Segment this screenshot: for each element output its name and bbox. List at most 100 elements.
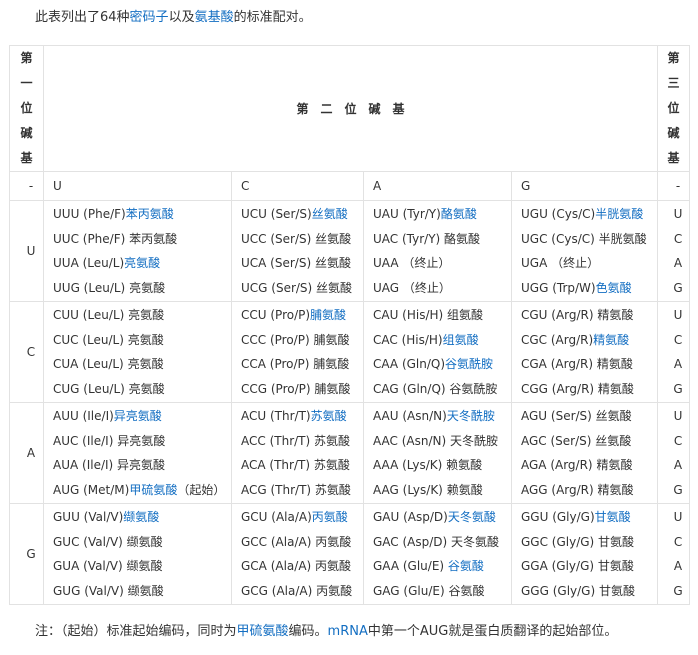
codon-entry: CCG (Pro/P) 脯氨酸 <box>241 377 363 402</box>
amino-acid-name: 缬氨酸 <box>126 534 163 549</box>
codon-entry: UAC (Tyr/Y) 酪氨酸 <box>373 227 511 252</box>
codon-entry: CGC (Arg/R)精氨酸 <box>521 328 657 353</box>
codon-code: GGU (Gly/G) <box>521 510 595 524</box>
amino-acid-name: 丝氨酸 <box>315 231 352 246</box>
amino-acid-name: 半胱氨酸 <box>598 231 647 246</box>
codon-entry: UAA （终止） <box>373 251 511 276</box>
codon-code: AAU (Asn/N) <box>373 409 447 423</box>
codon-entry: CAA (Gln/Q)谷氨酰胺 <box>373 352 511 377</box>
codon-row: C CUU (Leu/L) 亮氨酸 CUC (Leu/L) 亮氨酸 CUA (Leu/… <box>9 301 691 403</box>
codon-code: GCU (Ala/A) <box>241 510 312 524</box>
amino-acid-link[interactable]: 缬氨酸 <box>123 510 159 524</box>
amino-acid-name: 谷氨酰胺 <box>449 381 498 396</box>
codon-entry: AGG (Arg/R) 精氨酸 <box>521 478 657 503</box>
codon-entry: CGG (Arg/R) 精氨酸 <box>521 377 657 402</box>
codon-entry: GGU (Gly/G)甘氨酸 <box>521 505 657 530</box>
amino-acid-link[interactable]: 苯丙氨酸 <box>126 207 174 221</box>
codon-code: CCG (Pro/P) <box>241 381 315 396</box>
dash-cell: - <box>9 171 44 201</box>
amino-acid-link[interactable]: 谷氨酸 <box>448 559 484 573</box>
amino-acid-link[interactable]: 甘氨酸 <box>595 510 631 524</box>
codon-code: GAG (Glu/E) <box>373 583 449 598</box>
amino-acid-name: 亮氨酸 <box>128 381 165 396</box>
codon-code: CUC (Leu/L) <box>53 332 128 347</box>
codon-table: 第一位碱基 第二位碱基 第三位碱基 - U C A G - U UUU (Phe/… <box>9 45 691 605</box>
codon-entry: GCA (Ala/A) 丙氨酸 <box>241 554 363 579</box>
amino-acid-link[interactable]: 天冬氨酸 <box>448 510 496 524</box>
codon-entry: GGA (Gly/G) 甘氨酸 <box>521 554 657 579</box>
codon-code: GUG (Val/V) <box>53 583 128 598</box>
amino-acid-name: 天冬酰胺 <box>450 433 499 448</box>
amino-acid-name: 谷氨酸 <box>448 583 485 598</box>
second-base-g: G <box>510 171 659 201</box>
third-base-letter: G <box>673 583 683 598</box>
amino-acid-link[interactable]: 精氨酸 <box>593 333 629 347</box>
amino-acid-link[interactable]: 亮氨酸 <box>124 256 160 270</box>
codon-cell: GAU (Asp/D)天冬氨酸 GAC (Asp/D) 天冬氨酸 GAA (Glu/… <box>363 503 512 605</box>
codon-cell: CGU (Arg/R) 精氨酸 CGC (Arg/R)精氨酸 CGA (Arg/R)… <box>510 301 659 403</box>
codon-entry: CCU (Pro/P)脯氨酸 <box>241 303 363 328</box>
third-base-letter: U <box>673 510 683 524</box>
codon-entry: ACA (Thr/T) 苏氨酸 <box>241 453 363 478</box>
codon-entry: CAG (Gln/Q) 谷氨酰胺 <box>373 377 511 402</box>
amino-acid-link[interactable]: 半胱氨酸 <box>595 207 643 221</box>
codon-entry: GGC (Gly/G) 甘氨酸 <box>521 530 657 555</box>
amino-acid-link[interactable]: 氨基酸 <box>195 10 234 25</box>
codon-cell: CUU (Leu/L) 亮氨酸 CUC (Leu/L) 亮氨酸 CUA (Leu/L… <box>43 301 232 403</box>
intro-text-mid: 以及 <box>168 10 195 25</box>
codon-code: UAC (Tyr/Y) <box>373 231 445 246</box>
codon-entry: UUU (Phe/F)苯丙氨酸 <box>53 202 231 227</box>
codon-code: UUA (Leu/L) <box>53 256 125 270</box>
codon-code: UCA (Ser/S) <box>241 256 315 270</box>
amino-acid-name: 异亮氨酸 <box>117 458 166 472</box>
codon-code: AUA (Ile/I) <box>53 458 118 472</box>
codon-link[interactable]: 密码子 <box>130 10 169 25</box>
codon-entry: UCC (Ser/S) 丝氨酸 <box>241 227 363 252</box>
third-base-letter: U <box>673 409 683 423</box>
third-base-cell: UCAG <box>657 200 691 302</box>
amino-acid-name: 丙氨酸 <box>316 583 353 598</box>
amino-acid-link[interactable]: 甲硫氨酸 <box>129 483 177 497</box>
amino-acid-link[interactable]: 组氨酸 <box>443 333 479 347</box>
amino-acid-name: 亮氨酸 <box>128 308 165 322</box>
codon-entry: GUU (Val/V)缬氨酸 <box>53 505 231 530</box>
codon-entry: GUA (Val/V) 缬氨酸 <box>53 554 231 579</box>
amino-acid-link[interactable]: 色氨酸 <box>596 281 632 295</box>
amino-acid-name: 异亮氨酸 <box>117 433 166 448</box>
codon-code: UGA <box>521 256 552 270</box>
codon-entry: CGA (Arg/R) 精氨酸 <box>521 352 657 377</box>
amino-acid-link[interactable]: 苏氨酸 <box>311 409 347 423</box>
mrna-link[interactable]: mRNA <box>328 624 368 639</box>
codon-code: AUG (Met/M) <box>53 482 130 497</box>
codon-code: UUU (Phe/F) <box>53 207 126 221</box>
codon-code: CAC (His/H) <box>373 332 443 347</box>
codon-entry: AAU (Asn/N)天冬酰胺 <box>373 404 511 429</box>
amino-acid-name: 脯氨酸 <box>313 357 350 371</box>
codon-code: AUC (Ile/I) <box>53 433 118 448</box>
codon-code: GUU (Val/V) <box>53 510 124 524</box>
codon-code: GAA (Glu/E) <box>373 559 448 573</box>
amino-acid-link[interactable]: 天冬酰胺 <box>447 409 495 423</box>
third-base-letter: U <box>673 207 683 221</box>
second-base-header: 第二位碱基 <box>42 45 659 172</box>
third-base-letter: A <box>673 357 683 371</box>
codon-entry: AGC (Ser/S) 丝氨酸 <box>521 429 657 454</box>
amino-acid-link[interactable]: 异亮氨酸 <box>114 409 162 423</box>
codon-entry: UAU (Tyr/Y)酪氨酸 <box>373 202 511 227</box>
intro-text-before: 此表列出了64种 <box>35 10 130 25</box>
amino-acid-link[interactable]: 脯氨酸 <box>310 308 346 322</box>
codon-code: CGG (Arg/R) <box>521 381 598 396</box>
amino-acid-link[interactable]: 丝氨酸 <box>312 207 348 221</box>
amino-acid-link[interactable]: 酪氨酸 <box>441 207 477 221</box>
codon-entry: UCG (Ser/S) 丝氨酸 <box>241 276 363 301</box>
amino-acid-name: 苯丙氨酸 <box>129 231 178 246</box>
codon-code: GUC (Val/V) <box>53 534 127 549</box>
amino-acid-link[interactable]: 丙氨酸 <box>312 510 348 524</box>
amino-acid-link[interactable]: 谷氨酰胺 <box>445 357 493 371</box>
second-base-a: A <box>363 171 512 201</box>
first-base-header: 第一位碱基 <box>9 45 44 172</box>
amino-acid-name: 苏氨酸 <box>314 433 351 448</box>
amino-acid-name: 丝氨酸 <box>595 433 632 448</box>
methionine-link[interactable]: 甲硫氨酸 <box>237 624 289 639</box>
amino-acid-name: 精氨酸 <box>597 482 634 497</box>
